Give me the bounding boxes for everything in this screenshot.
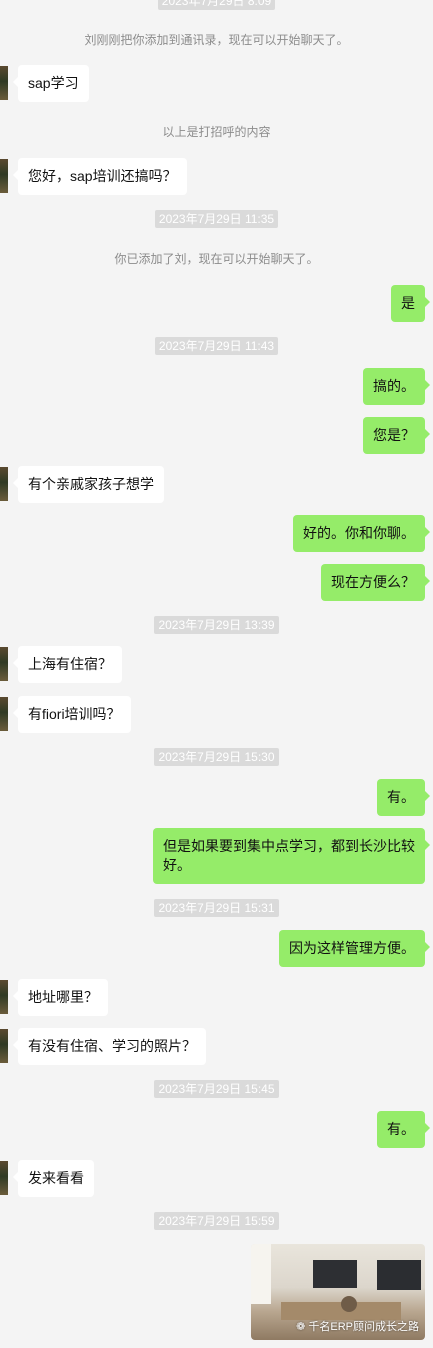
message-bubble-outgoing[interactable]: 有。 [377,779,430,816]
avatar[interactable] [0,647,8,681]
message-bubble-outgoing[interactable]: 因为这样管理方便。 [279,930,430,967]
timestamp: 2023年7月29日 15:45 [0,1079,433,1099]
message-bubble-incoming[interactable]: 有个亲戚家孩子想学 [13,466,164,503]
system-message: 你已添加了刘，现在可以开始聊天了。 [114,252,319,266]
image-message[interactable]: ❁ 千名ERP顾问成长之路 [251,1244,425,1340]
message-bubble-incoming[interactable]: 有没有住宿、学习的照片？ [13,1028,206,1065]
watermark-text: 千名ERP顾问成长之路 [308,1321,419,1333]
avatar[interactable] [0,467,8,501]
avatar[interactable] [0,1029,8,1063]
timestamp: 2023年7月29日 8:09 [0,0,433,11]
avatar[interactable] [0,1161,8,1195]
photo-chair [341,1296,357,1312]
timestamp: 2023年7月29日 15:30 [0,747,433,767]
message-bubble-incoming[interactable]: 发来看看 [13,1160,94,1197]
message-bubble-incoming[interactable]: 您好，sap培训还搞吗？ [13,158,187,195]
timestamp: 2023年7月29日 15:31 [0,898,433,918]
photo-window [251,1244,271,1304]
message-bubble-outgoing[interactable]: 是 [391,285,430,322]
message-bubble-incoming[interactable]: 上海有住宿？ [13,646,122,683]
wechat-icon: ❁ [296,1320,306,1333]
avatar[interactable] [0,66,8,100]
avatar[interactable] [0,159,8,193]
message-bubble-outgoing[interactable]: 现在方便么？ [321,564,430,601]
avatar[interactable] [0,980,8,1014]
watermark: ❁ 千名ERP顾问成长之路 [296,1318,419,1334]
message-bubble-outgoing[interactable]: 您是？ [363,417,430,454]
system-message: 刘刚刚把你添加到通讯录，现在可以开始聊天了。 [84,33,349,47]
photo-tv-screen [377,1260,421,1290]
message-bubble-incoming[interactable]: 有fiori培训吗？ [13,696,131,733]
message-bubble-outgoing[interactable]: 好的。你和你聊。 [293,515,430,552]
timestamp: 2023年7月29日 11:35 [0,209,433,229]
message-bubble-outgoing[interactable]: 但是如果要到集中点学习，都到长沙比较好。 [153,828,430,884]
timestamp: 2023年7月29日 11:43 [0,336,433,356]
message-bubble-incoming[interactable]: sap学习 [13,65,89,102]
timestamp: 2023年7月29日 15:59 [0,1211,433,1231]
message-bubble-incoming[interactable]: 地址哪里？ [13,979,108,1016]
timestamp: 2023年7月29日 13:39 [0,615,433,635]
message-bubble-outgoing[interactable]: 有。 [377,1111,430,1148]
system-message: 以上是打招呼的内容 [162,125,271,139]
photo-tv-screen [313,1260,357,1288]
avatar[interactable] [0,697,8,731]
message-bubble-outgoing[interactable]: 搞的。 [363,368,430,405]
